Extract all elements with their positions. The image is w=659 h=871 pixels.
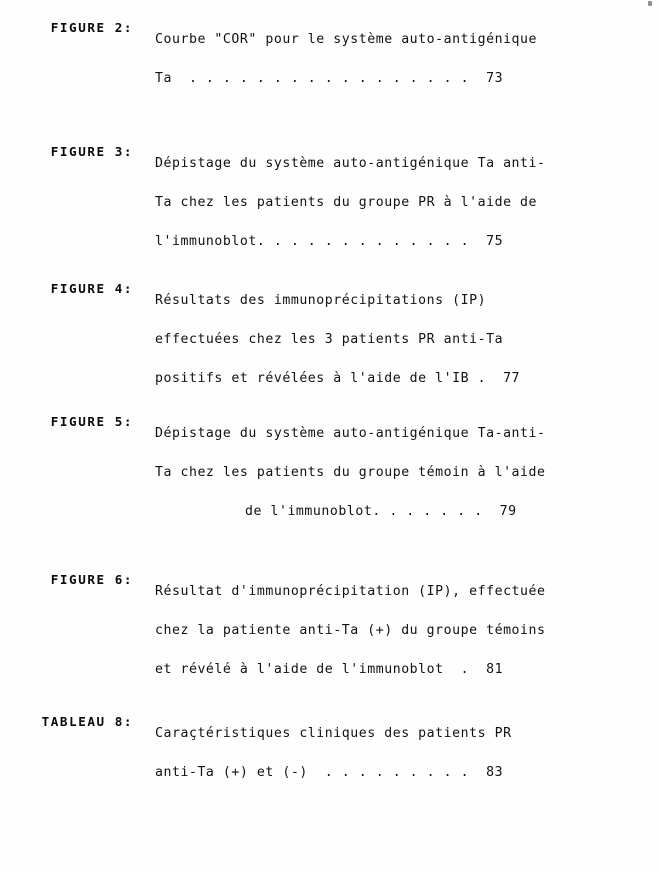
toc-entry-body: Résultat d'immunoprécipitation (IP), eff… bbox=[155, 572, 651, 689]
toc-entry: FIGURE 5: Dépistage du système auto-antig… bbox=[0, 414, 659, 531]
toc-entry-line: Ta chez les patients du groupe témoin à … bbox=[155, 465, 546, 480]
toc-entry-label: FIGURE 3: bbox=[50, 144, 133, 159]
toc-entry-line-last: de l'immunoblot. . . . . . . 79 bbox=[245, 504, 517, 519]
toc-entry-line: Caraçtéristiques cliniques des patients … bbox=[155, 726, 512, 741]
toc-entry: FIGURE 3: Dépistage du système auto-antig… bbox=[0, 144, 659, 261]
toc-entry-line-last: l'immunoblot. . . . . . . . . . . . . 75 bbox=[155, 234, 504, 249]
toc-entry-label: FIGURE 5: bbox=[50, 414, 133, 429]
toc-entry-body: Dépistage du système auto-antigénique Ta… bbox=[155, 144, 651, 261]
toc-entry: FIGURE 2: Courbe "COR" pour le système au… bbox=[0, 20, 659, 98]
toc-entry-body: Caraçtéristiques cliniques des patients … bbox=[155, 714, 651, 792]
document-page: FIGURE 2: Courbe "COR" pour le système au… bbox=[0, 0, 659, 871]
toc-entry-line-last: positifs et révélées à l'aide de l'IB . … bbox=[155, 371, 521, 386]
toc-entry: FIGURE 6: Résultat d'immunoprécipitation … bbox=[0, 572, 659, 689]
toc-entry-line-last: Ta . . . . . . . . . . . . . . . . . 73 bbox=[155, 71, 504, 86]
toc-entry-body: Courbe "COR" pour le système auto-antigé… bbox=[155, 20, 651, 98]
scan-artifact-speck bbox=[648, 1, 652, 6]
toc-entry: TABLEAU 8: Caraçtéristiques cliniques des… bbox=[0, 714, 659, 792]
toc-entry-body: Dépistage du système auto-antigénique Ta… bbox=[155, 414, 651, 531]
toc-entry-line-last: et révélé à l'aide de l'immunoblot . 81 bbox=[155, 662, 504, 677]
toc-entry-label: FIGURE 2: bbox=[50, 20, 133, 35]
toc-entry-label: FIGURE 4: bbox=[50, 281, 133, 296]
toc-entry: FIGURE 4: Résultats des immunoprécipitati… bbox=[0, 281, 659, 398]
toc-entry-line-last: anti-Ta (+) et (-) . . . . . . . . . 83 bbox=[155, 765, 504, 780]
toc-entry-line: Résultat d'immunoprécipitation (IP), eff… bbox=[155, 584, 546, 599]
toc-entry-line: chez la patiente anti-Ta (+) du groupe t… bbox=[155, 623, 546, 638]
toc-entry-label: FIGURE 6: bbox=[50, 572, 133, 587]
toc-entry-label: TABLEAU 8: bbox=[41, 714, 133, 729]
toc-entry-line: effectuées chez les 3 patients PR anti-T… bbox=[155, 332, 504, 347]
toc-entry-line: Dépistage du système auto-antigénique Ta… bbox=[155, 426, 546, 441]
toc-entry-line: Courbe "COR" pour le système auto-antigé… bbox=[155, 32, 538, 47]
toc-entry-line: Résultats des immunoprécipitations (IP) bbox=[155, 293, 487, 308]
toc-entry-line: Dépistage du système auto-antigénique Ta… bbox=[155, 156, 546, 171]
toc-entry-line: Ta chez les patients du groupe PR à l'ai… bbox=[155, 195, 538, 210]
toc-entry-body: Résultats des immunoprécipitations (IP) e… bbox=[155, 281, 651, 398]
